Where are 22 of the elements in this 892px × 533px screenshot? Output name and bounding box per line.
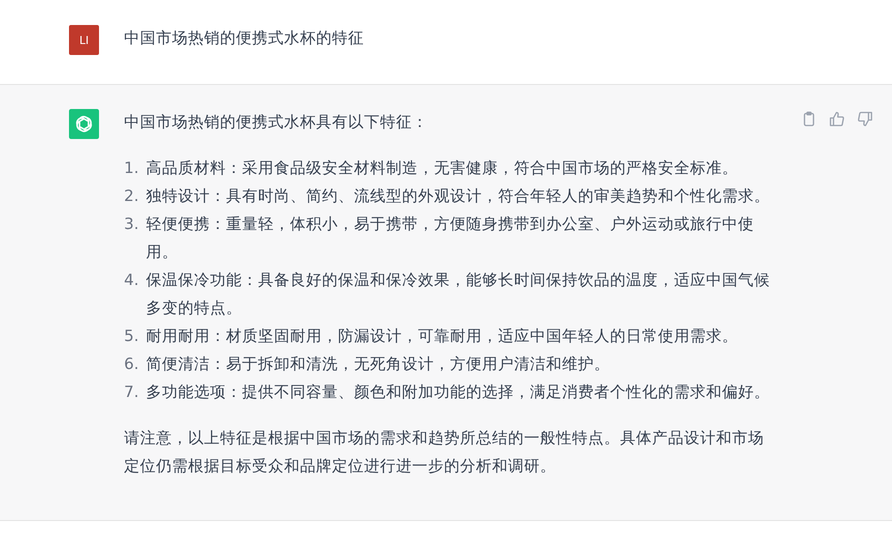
- thumbs-up-icon[interactable]: [829, 111, 845, 127]
- list-number: 2.: [124, 186, 140, 207]
- response-intro: 中国市场热销的便携式水杯具有以下特征：: [124, 112, 429, 133]
- list-item-text: 简便清洁：易于拆卸和清洗，无死角设计，方便用户清洁和维护。: [146, 354, 611, 375]
- clipboard-icon[interactable]: [801, 111, 817, 127]
- list-number: 6.: [124, 354, 140, 375]
- response-note: 请注意，以上特征是根据中国市场的需求和趋势所总结的一般性特点。具体产品设计和市场定位仍需根据目标受众和品牌定位进行进一步的分析和调研。: [124, 428, 765, 477]
- thumbs-down-icon[interactable]: [857, 111, 873, 127]
- list-number: 7.: [124, 382, 140, 403]
- list-number: 3.: [124, 214, 140, 235]
- list-number: 1.: [124, 158, 140, 179]
- list-item-text: 多功能选项：提供不同容量、颜色和附加功能的选择，满足消费者个性化的需求和偏好。: [146, 382, 771, 403]
- list-number: 5.: [124, 326, 140, 347]
- assistant-logo-icon: [69, 109, 99, 139]
- list-item-text: 保温保冷功能：具备良好的保温和保冷效果，能够长时间保持饮品的温度，适应中国气候多变的特点。: [146, 270, 771, 319]
- list-item-text: 轻便便携：重量轻，体积小，易于携带，方便随身携带到办公室、户外运动或旅行中使用。: [146, 214, 755, 263]
- user-avatar: LI: [69, 25, 99, 55]
- list-number: 4.: [124, 270, 140, 291]
- user-message: 中国市场热销的便携式水杯的特征: [124, 28, 364, 49]
- list-item-text: 独特设计：具有时尚、简约、流线型的外观设计，符合年轻人的审美趋势和个性化需求。: [146, 186, 771, 207]
- list-item-text: 高品质材料：采用食品级安全材料制造，无害健康，符合中国市场的严格安全标准。: [146, 158, 739, 179]
- list-item-text: 耐用耐用：材质坚固耐用，防漏设计，可靠耐用，适应中国年轻人的日常使用需求。: [146, 326, 739, 347]
